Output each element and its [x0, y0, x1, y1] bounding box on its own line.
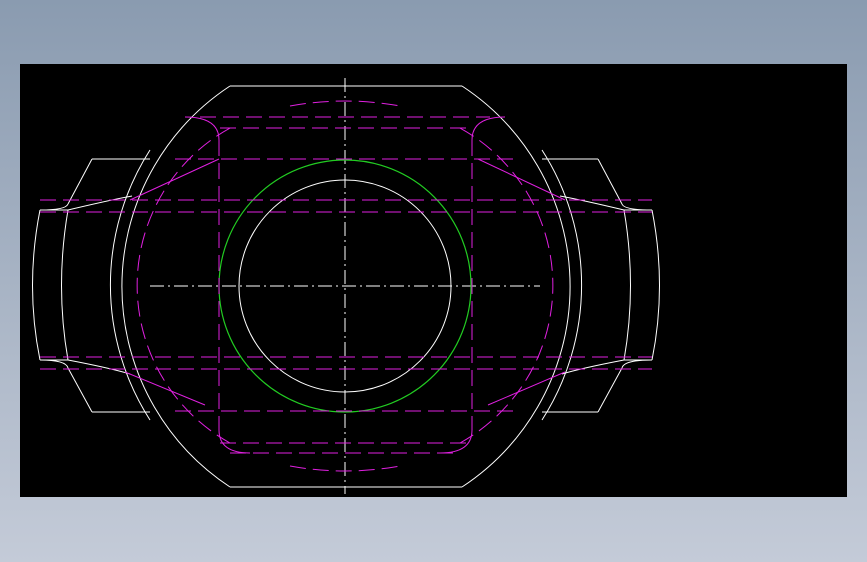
left-upper-chamfer [67, 158, 93, 205]
right-lower-fillet [621, 359, 653, 369]
corner-top-right [471, 116, 506, 141]
corner-bottom-right [439, 429, 473, 454]
corner-bottom-left [218, 429, 251, 454]
diag-left-upper [129, 158, 220, 201]
left-end-face-inner [61, 209, 69, 361]
left-end-face-outer [32, 209, 41, 361]
right-end-face-outer [651, 209, 660, 361]
right-end-face-inner [623, 209, 631, 361]
left-lower-fillet [39, 359, 69, 369]
centerlines [150, 78, 540, 494]
cad-drawing [32, 78, 660, 494]
right-lower-shoulder [561, 359, 625, 375]
left-upper-fillet [39, 203, 69, 211]
diag-left-lower [124, 371, 206, 406]
cad-viewport[interactable] [20, 64, 847, 497]
corner-top-left [184, 116, 220, 141]
diag-right-upper [477, 158, 566, 201]
left-lower-shoulder [67, 359, 131, 375]
left-lower-chamfer [67, 367, 93, 413]
right-upper-fillet [621, 203, 653, 211]
right-upper-chamfer [597, 158, 623, 205]
right-lower-chamfer [597, 367, 623, 413]
